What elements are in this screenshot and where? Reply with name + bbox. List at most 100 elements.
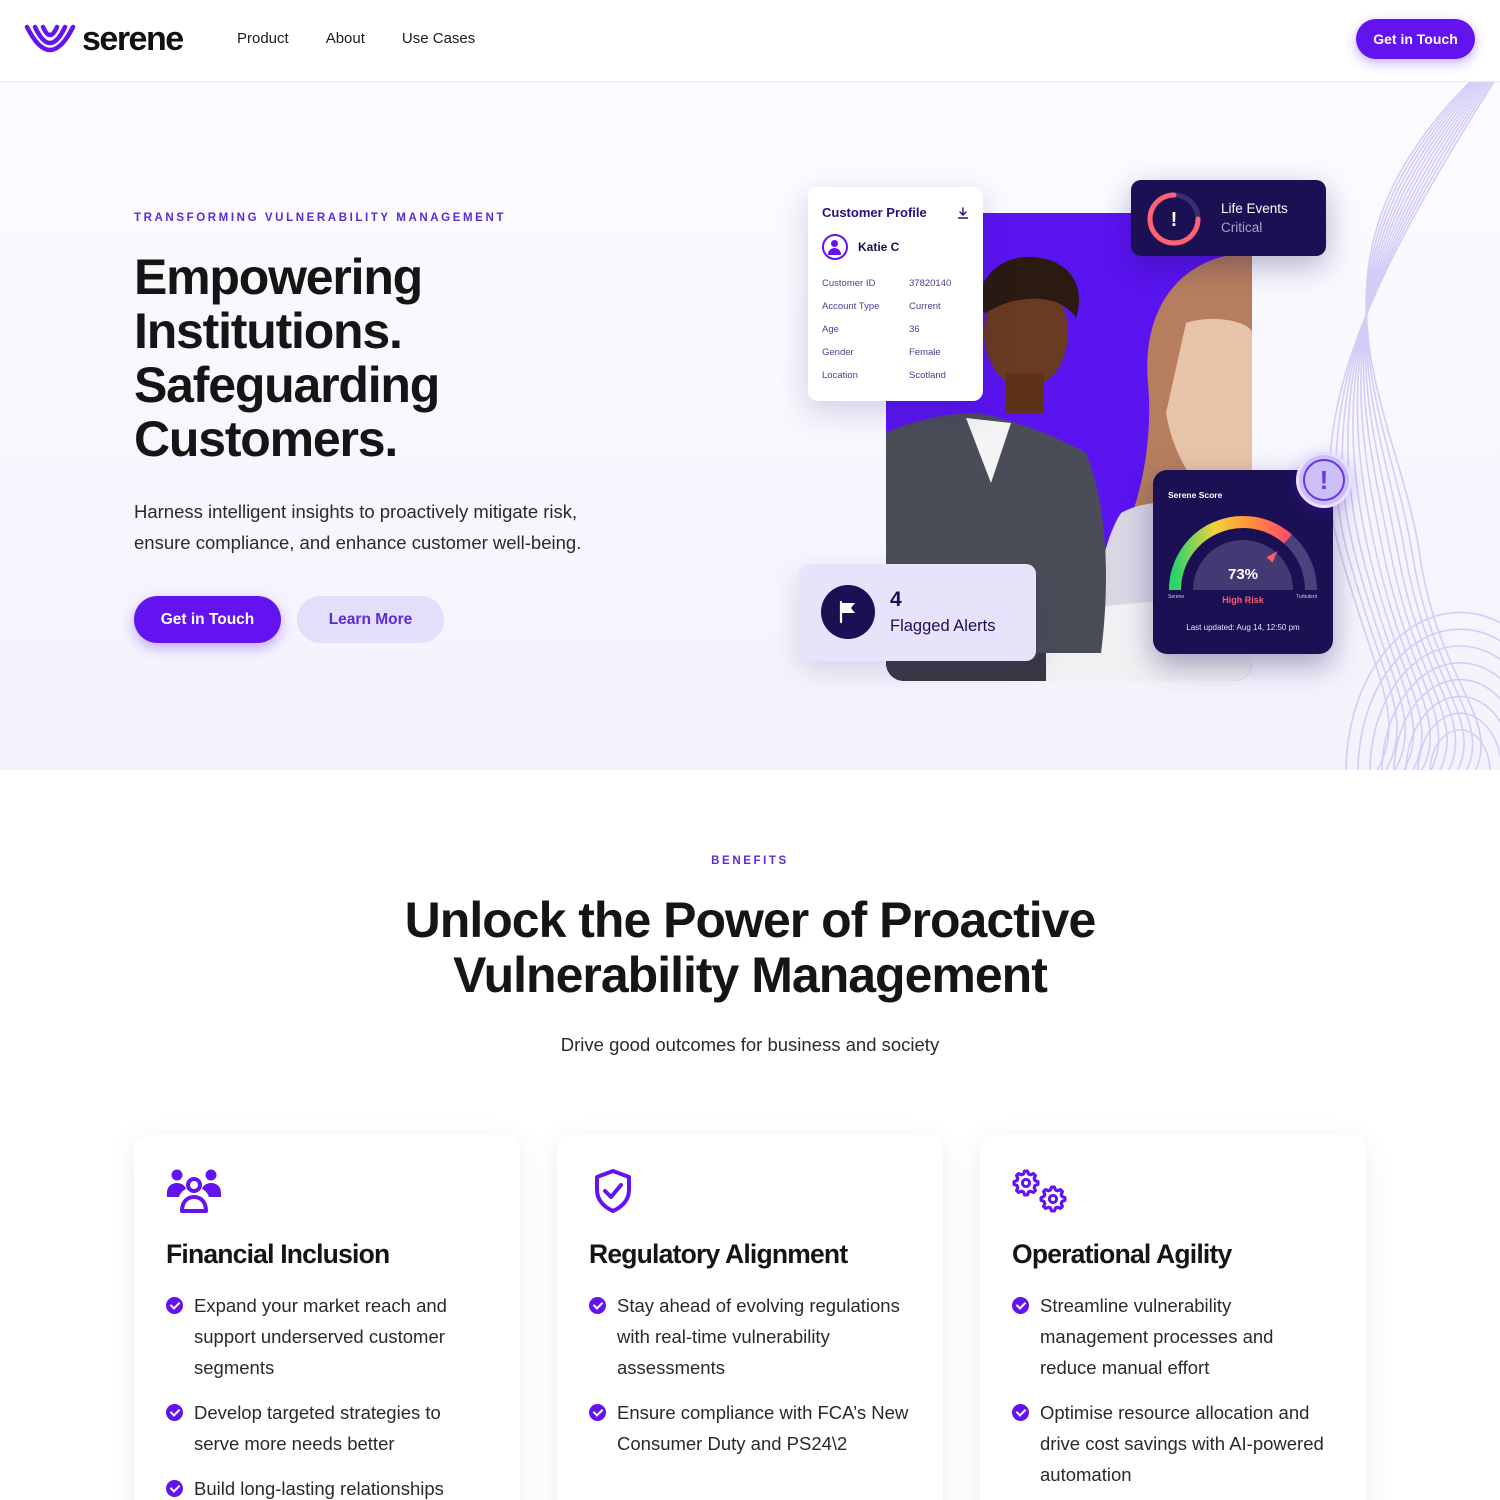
check-icon	[1012, 1404, 1029, 1421]
flagged-alerts-label: Flagged Alerts	[890, 617, 996, 635]
list-item-text: Ensure compliance with FCA’s New Consume…	[617, 1402, 909, 1454]
detail-value: Female	[909, 347, 941, 358]
check-icon	[166, 1297, 183, 1314]
benefits-title: Unlock the Power of Proactive Vulnerabil…	[0, 893, 1500, 1003]
life-events-title: Life Events	[1221, 201, 1288, 216]
life-events-status: Critical	[1221, 220, 1263, 235]
benefit-card-title: Operational Agility	[1012, 1239, 1232, 1269]
serene-score-title: Serene Score	[1168, 490, 1223, 500]
detail-row: Gender Female	[822, 341, 969, 364]
hero-title-line: Safeguarding	[134, 357, 440, 413]
nav-link-use-cases[interactable]: Use Cases	[402, 30, 475, 47]
list-item-text: Build long-lasting relationships	[194, 1478, 444, 1499]
list-item: Expand your market reach and support und…	[166, 1290, 488, 1383]
detail-row: Customer ID 37820140	[822, 272, 969, 295]
check-icon	[589, 1297, 606, 1314]
customer-identity: Katie C	[822, 234, 969, 260]
hero-title: Empowering Institutions. Safeguarding Cu…	[134, 250, 654, 466]
benefit-card-title: Financial Inclusion	[166, 1239, 390, 1269]
hero-title-line: Customers.	[134, 411, 398, 467]
list-item-text: Streamline vulnerability management proc…	[1040, 1295, 1274, 1378]
detail-value: 36	[909, 324, 920, 335]
alert-badge-icon: !	[1296, 452, 1352, 508]
hero-subtitle-line: ensure compliance, and enhance customer …	[134, 532, 582, 553]
nav-link-product[interactable]: Product	[237, 30, 289, 47]
list-item-text: Stay ahead of evolving regulations with …	[617, 1295, 900, 1378]
customer-details: Customer ID 37820140 Account Type Current …	[822, 272, 969, 387]
life-events-card: ! Life Events Critical	[1131, 180, 1326, 256]
customer-profile-header: Customer Profile	[822, 205, 969, 220]
gauge-right-label: Turbulent	[1296, 594, 1317, 600]
shield-check-icon	[589, 1167, 911, 1215]
detail-key: Location	[822, 370, 858, 381]
benefits-title-line: Unlock the Power of Proactive	[404, 892, 1097, 948]
detail-key: Age	[822, 324, 839, 335]
alert-badge-symbol: !	[1303, 459, 1345, 501]
hero-title-line: Institutions.	[134, 303, 403, 359]
list-item: Streamline vulnerability management proc…	[1012, 1290, 1334, 1383]
benefit-card-title: Regulatory Alignment	[589, 1239, 848, 1269]
hero-section: TRANSFORMING VULNERABILITY MANAGEMENT Em…	[0, 82, 1500, 770]
nav-links: Product About Use Cases	[237, 30, 475, 47]
gears-icon	[1012, 1167, 1334, 1215]
detail-value: 37820140	[909, 278, 952, 289]
customer-name: Katie C	[858, 240, 900, 254]
check-icon	[589, 1404, 606, 1421]
hero-title-line: Empowering	[134, 249, 423, 305]
benefit-list: Streamline vulnerability management proc…	[1012, 1290, 1334, 1490]
hero-get-in-touch-button[interactable]: Get in Touch	[134, 596, 281, 643]
flag-icon	[821, 585, 875, 639]
list-item: Stay ahead of evolving regulations with …	[589, 1290, 911, 1383]
detail-value: Current	[909, 301, 941, 312]
user-avatar-icon	[822, 234, 848, 260]
hero-learn-more-button[interactable]: Learn More	[297, 596, 444, 643]
benefits-subtitle: Drive good outcomes for business and soc…	[560, 1034, 940, 1055]
detail-key: Account Type	[822, 301, 880, 312]
detail-row: Account Type Current	[822, 295, 969, 318]
benefit-list: Stay ahead of evolving regulations with …	[589, 1290, 911, 1459]
benefit-card-financial-inclusion: Financial Inclusion Expand your market r…	[134, 1135, 520, 1500]
detail-row: Location Scotland	[822, 364, 969, 387]
users-icon	[166, 1167, 488, 1215]
serene-score-percent: 73%	[1227, 566, 1259, 583]
nav-get-in-touch-button[interactable]: Get in Touch	[1356, 19, 1475, 59]
check-icon	[1012, 1297, 1029, 1314]
list-item-text: Develop targeted strategies to serve mor…	[194, 1402, 441, 1454]
benefits-title-line: Vulnerability Management	[453, 947, 1048, 1003]
flagged-alerts-count: 4	[890, 588, 902, 611]
list-item: Ensure compliance with FCA’s New Consume…	[589, 1397, 911, 1459]
top-nav: serene Product About Use Cases Get in To…	[0, 0, 1500, 82]
check-icon	[166, 1404, 183, 1421]
list-item-text: Expand your market reach and support und…	[194, 1295, 447, 1378]
detail-row: Age 36	[822, 318, 969, 341]
critical-ring-icon: !	[1147, 192, 1201, 246]
detail-key: Customer ID	[822, 278, 876, 289]
critical-ring-symbol: !	[1171, 209, 1178, 231]
customer-profile-card: Customer Profile Katie C Customer ID 3782…	[808, 187, 983, 401]
hero-subtitle: Harness intelligent insights to proactiv…	[134, 496, 674, 558]
serene-logo-icon	[24, 24, 76, 53]
detail-key: Gender	[822, 347, 854, 358]
customer-profile-title: Customer Profile	[822, 205, 927, 220]
benefit-list: Expand your market reach and support und…	[166, 1290, 488, 1500]
brand-name: serene	[82, 20, 184, 58]
flagged-alerts-card: 4 Flagged Alerts	[799, 564, 1036, 661]
nav-link-about[interactable]: About	[326, 30, 365, 47]
benefit-card-operational-agility: Operational Agility Streamline vulnerabi…	[980, 1135, 1366, 1500]
benefit-card-regulatory-alignment: Regulatory Alignment Stay ahead of evolv…	[557, 1135, 943, 1500]
hero-eyebrow: TRANSFORMING VULNERABILITY MANAGEMENT	[134, 212, 506, 224]
serene-score-updated: Last updated: Aug 14, 12:50 pm	[1186, 623, 1300, 632]
brand-logo[interactable]: serene	[24, 20, 184, 58]
list-item: Build long-lasting relationships	[166, 1473, 488, 1500]
download-icon[interactable]	[957, 206, 969, 219]
benefits-eyebrow: BENEFITS	[711, 855, 789, 867]
score-gauge	[1169, 516, 1317, 591]
gauge-left-label: Serene	[1168, 594, 1185, 600]
detail-value: Scotland	[909, 370, 946, 381]
hero-subtitle-line: Harness intelligent insights to proactiv…	[134, 501, 578, 522]
list-item-text: Optimise resource allocation and drive c…	[1040, 1402, 1324, 1485]
list-item: Optimise resource allocation and drive c…	[1012, 1397, 1334, 1490]
benefit-cards: Financial Inclusion Expand your market r…	[134, 1135, 1366, 1500]
list-item: Develop targeted strategies to serve mor…	[166, 1397, 488, 1459]
check-icon	[166, 1480, 183, 1497]
